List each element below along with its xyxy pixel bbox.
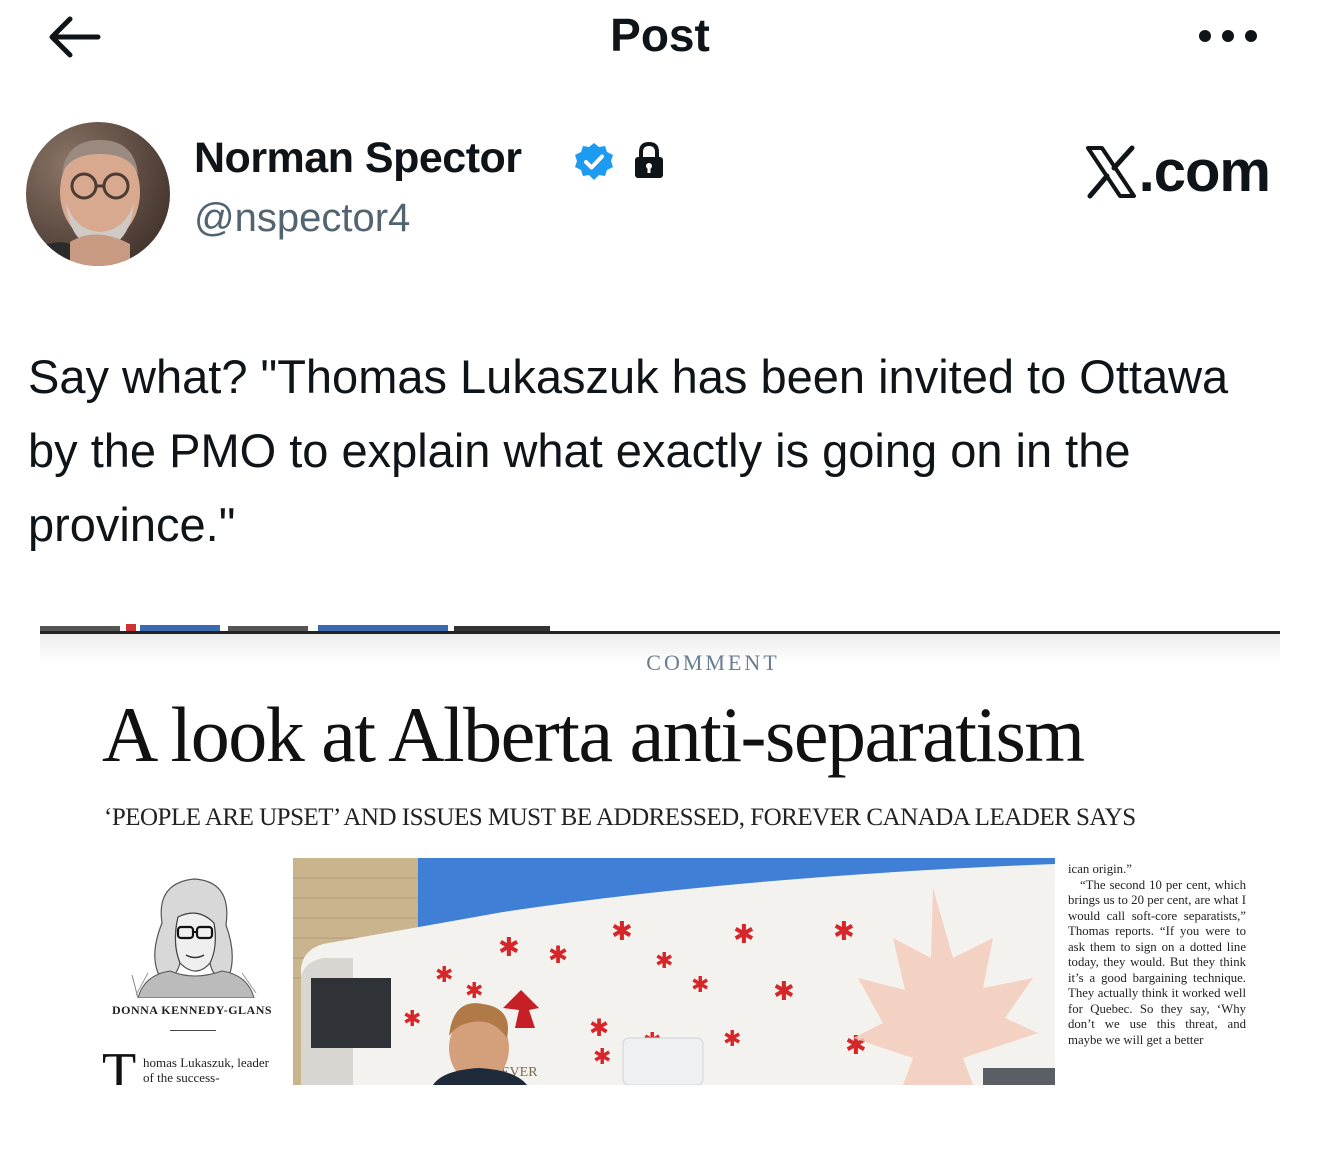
svg-text:✱: ✱ [733,919,755,949]
svg-text:✱: ✱ [435,962,453,987]
lock-icon [635,141,663,178]
article-column: ican origin.” “The second 10 per cent, w… [1068,862,1246,1048]
watermark-text: .com [1138,139,1271,204]
svg-text:✱: ✱ [611,916,633,946]
svg-text:✱: ✱ [548,942,568,969]
svg-text:✱: ✱ [655,948,673,973]
svg-text:✱: ✱ [773,976,795,1006]
more-horizontal-icon [1199,30,1257,42]
page-title: Post [610,9,710,61]
columnist-sketch [118,863,268,998]
verified-icon [575,143,613,180]
article-dropcap: T [102,1042,137,1085]
svg-text:✱: ✱ [593,1044,611,1069]
byline-rule [170,1030,216,1031]
more-button[interactable] [1188,14,1268,58]
svg-text:✱: ✱ [498,932,520,962]
column-paragraph: “The second 10 per cent, which brings us… [1068,877,1246,1047]
svg-text:✱: ✱ [723,1026,741,1051]
tweet-text: Say what? "Thomas Lukaszuk has been invi… [28,350,1229,551]
article-lede: homas Lukaszuk, leader of the success- [143,1055,269,1085]
svg-text:✱: ✱ [691,972,709,997]
svg-text:✱: ✱ [465,978,483,1003]
article-byline: DONNA KENNEDY-GLANS [111,1003,273,1017]
svg-text:✱: ✱ [833,916,855,946]
author-handle[interactable]: @nspector4 [194,196,410,241]
article-headline: A look at Alberta anti-separatism [102,691,1085,778]
svg-text:✱: ✱ [403,1006,421,1031]
article-photo: ✱ ✱ ✱ ✱ ✱ ✱ ✱ ✱ ✱ ✱ ✱ ✱ ✱ ✱ ✱ ✱ EVER [293,858,1055,1085]
article-deck: ‘PEOPLE ARE UPSET’ AND ISSUES MUST BE AD… [104,804,1136,831]
author-name[interactable]: Norman Spector [194,134,522,183]
article-kicker: COMMENT [646,650,780,675]
tweet-media-image[interactable]: COMMENT A look at Alberta anti-separatis… [40,620,1280,1085]
x-logo-icon [1085,145,1136,198]
avatar[interactable] [26,122,170,266]
xcom-watermark: .com [1085,138,1271,205]
svg-text:✱: ✱ [589,1015,609,1042]
column-paragraph: ican origin.” [1068,862,1132,876]
top-bar: Post [0,0,1320,80]
